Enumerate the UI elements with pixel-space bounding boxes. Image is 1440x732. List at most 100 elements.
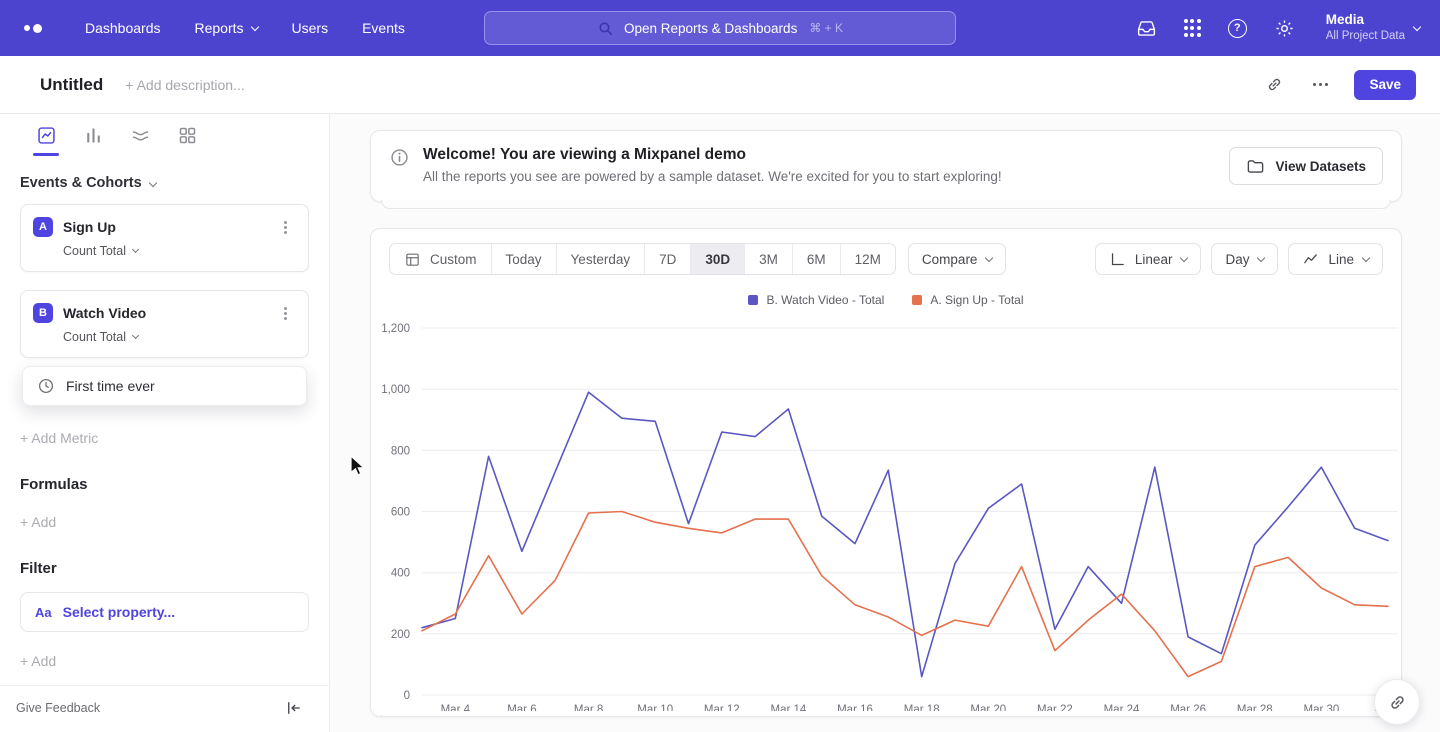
give-feedback-link[interactable]: Give Feedback (16, 701, 100, 715)
svg-text:800: 800 (391, 445, 410, 457)
interval-dropdown[interactable]: Day (1211, 243, 1278, 275)
scale-dropdown[interactable]: Linear (1095, 243, 1202, 275)
svg-text:Mar 12: Mar 12 (704, 704, 740, 711)
nav-events-label: Events (362, 20, 405, 36)
nav-reports[interactable]: Reports (178, 20, 275, 36)
nav-users[interactable]: Users (275, 20, 346, 36)
insights-chart-card: Custom TodayYesterday7D30D3M6M12M Compar… (370, 228, 1402, 717)
legend-item[interactable]: A. Sign Up - Total (912, 293, 1023, 307)
date-range-30d[interactable]: 30D (690, 244, 744, 274)
tab-retention[interactable] (173, 125, 201, 156)
project-subtitle: All Project Data (1326, 29, 1405, 43)
svg-text:200: 200 (391, 629, 410, 641)
bar-chart-icon (83, 125, 104, 146)
apps-grid-icon[interactable] (1184, 19, 1201, 36)
legend-item[interactable]: B. Watch Video - Total (748, 293, 884, 307)
svg-text:1,200: 1,200 (381, 323, 410, 335)
add-formula-button[interactable]: + Add (0, 493, 329, 530)
aggregation-label: Count Total (63, 244, 126, 258)
aggregation-label: Count Total (63, 330, 126, 344)
first-time-ever-option[interactable]: First time ever (22, 366, 307, 406)
banner-title: Welcome! You are viewing a Mixpanel demo (423, 146, 1002, 164)
filter-select-property[interactable]: Aa Select property... (20, 592, 309, 632)
metric-menu-button[interactable] (274, 217, 296, 237)
add-description-field[interactable]: + Add description... (125, 77, 244, 93)
events-cohorts-section[interactable]: Events & Cohorts (0, 156, 329, 204)
copy-link-icon[interactable] (1262, 73, 1286, 97)
info-icon (389, 147, 410, 168)
tab-flows[interactable] (126, 125, 154, 156)
add-filter-button[interactable]: + Add (0, 632, 329, 669)
chevron-down-icon (1413, 22, 1421, 30)
date-range-3m[interactable]: 3M (744, 244, 792, 274)
nav-events[interactable]: Events (345, 20, 422, 36)
date-range-today[interactable]: Today (491, 244, 556, 274)
svg-text:600: 600 (391, 507, 410, 519)
retention-grid-icon (177, 125, 198, 146)
svg-text:0: 0 (404, 690, 410, 702)
date-range-7d[interactable]: 7D (644, 244, 690, 274)
date-range-custom[interactable]: Custom (390, 244, 491, 274)
nav-dashboards[interactable]: Dashboards (68, 20, 178, 36)
topbar-actions: ? Media All Project Data (1136, 12, 1420, 43)
top-nav-bar: Dashboards Reports Users Events Open Rep… (0, 0, 1440, 56)
view-datasets-label: View Datasets (1275, 159, 1366, 174)
inbox-icon[interactable] (1136, 18, 1157, 39)
report-type-tabs (0, 114, 329, 156)
line-chart[interactable]: 02004006008001,0001,200Mar 4Mar 6Mar 8Ma… (372, 307, 1400, 711)
project-switcher[interactable]: Media All Project Data (1326, 12, 1420, 43)
link-icon (1387, 692, 1408, 713)
chart-type-dropdown[interactable]: Line (1288, 243, 1383, 275)
legend-swatch (912, 295, 922, 305)
nav-users-label: Users (292, 20, 329, 36)
chart-type-label: Line (1328, 252, 1354, 267)
metric-menu-button[interactable] (274, 303, 296, 323)
date-range-6m[interactable]: 6M (792, 244, 840, 274)
tab-funnels[interactable] (79, 125, 107, 156)
compare-button[interactable]: Compare (908, 243, 1007, 275)
global-search-bar[interactable]: Open Reports & Dashboards ⌘ + K (484, 11, 956, 45)
compare-label: Compare (922, 252, 978, 267)
svg-text:400: 400 (391, 568, 410, 580)
add-metric-button[interactable]: + Add Metric (0, 424, 329, 446)
nav-dashboards-label: Dashboards (85, 20, 161, 36)
collapse-sidebar-icon[interactable] (285, 699, 303, 717)
search-placeholder: Open Reports & Dashboards (624, 21, 797, 36)
metric-badge-b: B (33, 303, 53, 323)
query-builder-sidebar: Events & Cohorts A Sign Up Count Total B… (0, 114, 330, 732)
flows-icon (130, 125, 151, 146)
legend-label: A. Sign Up - Total (930, 293, 1023, 307)
save-button[interactable]: Save (1354, 70, 1416, 100)
svg-text:Mar 18: Mar 18 (904, 704, 940, 711)
events-cohorts-label: Events & Cohorts (20, 175, 142, 191)
chevron-down-icon (1362, 253, 1370, 261)
mixpanel-logo[interactable] (24, 24, 42, 33)
date-range-segmented-control: Custom TodayYesterday7D30D3M6M12M (389, 243, 896, 275)
svg-text:Mar 4: Mar 4 (441, 704, 471, 711)
primary-nav: Dashboards Reports Users Events (68, 20, 422, 36)
date-range-12m[interactable]: 12M (840, 244, 895, 274)
aggregation-dropdown[interactable]: Count Total (63, 244, 296, 258)
report-title[interactable]: Untitled (40, 75, 103, 95)
share-link-fab[interactable] (1374, 679, 1420, 725)
chevron-down-icon (148, 178, 156, 186)
nav-reports-label: Reports (195, 20, 244, 36)
settings-gear-icon[interactable] (1274, 18, 1295, 39)
metric-card-b[interactable]: B Watch Video Count Total (20, 290, 309, 358)
formulas-heading: Formulas (0, 446, 329, 493)
tab-insights[interactable] (32, 125, 60, 156)
view-datasets-button[interactable]: View Datasets (1229, 147, 1383, 185)
property-type-icon: Aa (35, 605, 52, 620)
aggregation-dropdown[interactable]: Count Total (63, 330, 296, 344)
date-range-yesterday[interactable]: Yesterday (556, 244, 645, 274)
help-icon[interactable]: ? (1228, 19, 1247, 38)
svg-text:Mar 10: Mar 10 (637, 704, 673, 711)
more-options-button[interactable] (1308, 73, 1332, 97)
metric-name: Sign Up (63, 219, 116, 235)
filter-heading: Filter (0, 530, 329, 577)
legend-label: B. Watch Video - Total (766, 293, 884, 307)
svg-text:Mar 24: Mar 24 (1104, 704, 1140, 711)
demo-welcome-banner: Welcome! You are viewing a Mixpanel demo… (370, 130, 1402, 202)
scale-label: Linear (1135, 252, 1173, 267)
metric-card-a[interactable]: A Sign Up Count Total (20, 204, 309, 272)
